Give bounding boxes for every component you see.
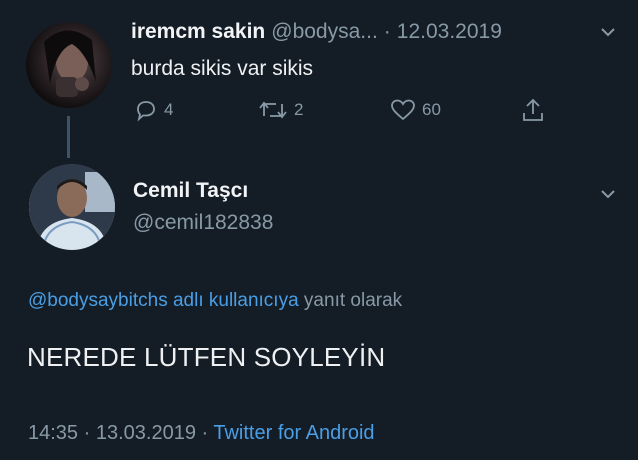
reply-handle[interactable]: @cemil182838 [133,211,273,235]
replying-to-link[interactable]: @bodysaybitchs adlı kullanıcıya [28,290,299,311]
tweet-meta: 14:35 · 13.03.2019 · Twitter for Android [28,422,375,445]
share-action[interactable] [520,97,546,123]
tweet-source-link[interactable]: Twitter for Android [213,422,374,444]
separator: · [383,20,391,43]
parent-tweet-header: iremcm sakin @bodysa... · 12.03.2019 [131,20,502,44]
thread-line [67,116,70,158]
replying-to: @bodysaybitchs adlı kullanıcıya yanıt ol… [28,290,402,312]
avatar-iremcm[interactable] [26,22,112,108]
parent-tweet-text: burda sikis var sikis [131,57,314,80]
share-icon [523,98,543,121]
avatar-image [29,164,115,250]
reply-count: 4 [164,100,174,119]
avatar-cemil[interactable] [29,164,115,250]
reply-tweet-text: NEREDE LÜTFEN SOYLEYİN [27,342,386,372]
display-name[interactable]: iremcm sakin [131,20,265,44]
tweet-date[interactable]: 12.03.2019 [397,20,502,44]
tweet-time: 14:35 [28,422,79,444]
retweet-count: 2 [294,100,304,119]
retweet-action[interactable]: 2 [258,98,303,122]
reply-icon [137,101,155,122]
like-icon [391,99,415,121]
tweet-date: 13.03.2019 [95,422,196,444]
avatar-image [44,30,96,97]
like-action[interactable]: 60 [390,98,441,122]
replying-to-suffix: yanıt olarak [298,290,403,311]
like-count: 60 [422,100,441,119]
reply-action[interactable]: 4 [134,98,173,122]
handle[interactable]: @bodysa... [271,20,378,44]
separator: · [78,422,96,444]
retweet-icon [259,101,287,119]
reply-display-name[interactable]: Cemil Taşcı [133,179,248,203]
separator: · [195,422,214,444]
chevron-down-icon[interactable] [598,22,618,47]
chevron-down-icon[interactable] [598,184,618,209]
